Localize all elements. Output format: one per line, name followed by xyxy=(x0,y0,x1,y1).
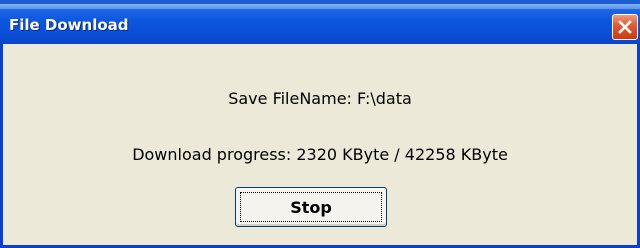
close-icon xyxy=(618,20,632,34)
download-progress-label: Download progress: 2320 KByte / 42258 KB… xyxy=(132,145,508,164)
title-bar-highlight xyxy=(0,4,640,9)
dialog-content: Save FileName: F:\data Download progress… xyxy=(3,44,637,245)
stop-button-label: Stop xyxy=(240,192,382,222)
window-title: File Download xyxy=(9,16,129,34)
title-bar[interactable]: File Download xyxy=(0,0,640,44)
file-download-window: File Download Save FileName: F:\data Dow… xyxy=(0,0,640,248)
stop-button[interactable]: Stop xyxy=(235,187,387,227)
save-filename-label: Save FileName: F:\data xyxy=(228,89,412,108)
close-button[interactable] xyxy=(612,14,638,40)
